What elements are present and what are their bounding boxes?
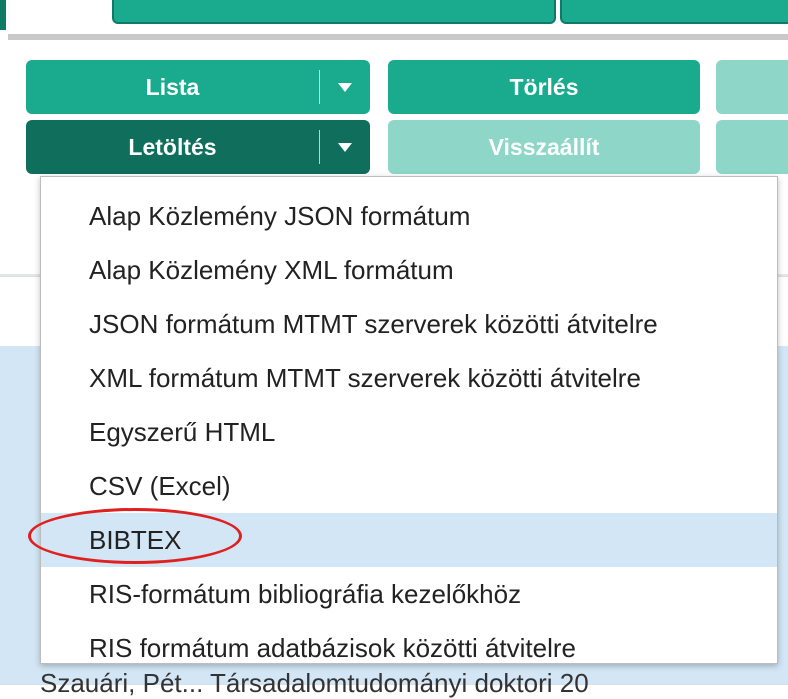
lista-label: Lista	[145, 73, 200, 100]
letoltes-label: Letöltés	[128, 133, 217, 160]
menu-item-ris-bib[interactable]: RIS-formátum bibliográfia kezelőkhöz	[41, 567, 777, 621]
divider	[8, 34, 788, 40]
lista-dropdown-toggle[interactable]	[319, 70, 370, 104]
letoltes-button[interactable]: Letöltés	[26, 120, 370, 174]
top-button-left[interactable]	[112, 0, 556, 24]
menu-item-csv[interactable]: CSV (Excel)	[41, 459, 777, 513]
visszaallit-button[interactable]: Visszaállít	[388, 120, 700, 174]
toolbar-button-partial[interactable]	[716, 60, 788, 114]
torles-button[interactable]: Törlés	[388, 60, 700, 114]
download-format-menu: Alap Közlemény JSON formátum Alap Közlem…	[40, 176, 778, 664]
annotation-ellipse	[28, 508, 242, 564]
toolbar-button-partial[interactable]	[716, 120, 788, 174]
menu-item-ris-db[interactable]: RIS formátum adatbázisok közötti átvitel…	[41, 621, 777, 675]
chevron-down-icon	[338, 82, 352, 92]
letoltes-dropdown-toggle[interactable]	[319, 130, 370, 164]
top-button-right[interactable]	[560, 0, 788, 24]
torles-label: Törlés	[509, 73, 579, 100]
menu-item-alap-json[interactable]: Alap Közlemény JSON formátum	[41, 189, 777, 243]
menu-item-xml-mtmt[interactable]: XML formátum MTMT szerverek közötti átvi…	[41, 351, 777, 405]
menu-item-html[interactable]: Egyszerű HTML	[41, 405, 777, 459]
menu-item-alap-xml[interactable]: Alap Közlemény XML formátum	[41, 243, 777, 297]
chevron-down-icon	[338, 142, 352, 152]
lista-button[interactable]: Lista	[26, 60, 370, 114]
visszaallit-label: Visszaállít	[488, 133, 600, 160]
top-edge	[0, 0, 6, 30]
menu-item-json-mtmt[interactable]: JSON formátum MTMT szerverek közötti átv…	[41, 297, 777, 351]
